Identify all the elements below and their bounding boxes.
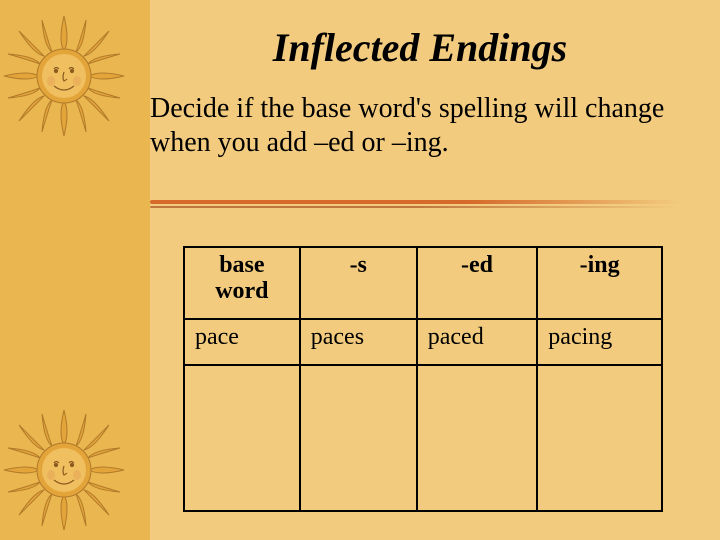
cell-ed: paced: [417, 319, 538, 365]
slide-subtitle: Decide if the base word's spelling will …: [150, 92, 690, 159]
cell-ing: pacing: [537, 319, 662, 365]
header-ing: -ing: [537, 247, 662, 319]
slide: Inflected Endings Decide if the base wor…: [0, 0, 720, 540]
header-s: -s: [300, 247, 417, 319]
cell-empty: [300, 365, 417, 511]
cell-empty: [184, 365, 300, 511]
content-area: Inflected Endings Decide if the base wor…: [0, 0, 720, 540]
header-base-word: base word: [184, 247, 300, 319]
table-header-row: base word -s -ed -ing: [184, 247, 662, 319]
divider-line: [150, 200, 680, 210]
cell-empty: [537, 365, 662, 511]
header-ed: -ed: [417, 247, 538, 319]
inflection-table: base word -s -ed -ing pace paces paced p…: [183, 246, 663, 512]
table-row: [184, 365, 662, 511]
slide-title: Inflected Endings: [160, 24, 680, 71]
table-row: pace paces paced pacing: [184, 319, 662, 365]
cell-base-word: pace: [184, 319, 300, 365]
cell-s: paces: [300, 319, 417, 365]
cell-empty: [417, 365, 538, 511]
